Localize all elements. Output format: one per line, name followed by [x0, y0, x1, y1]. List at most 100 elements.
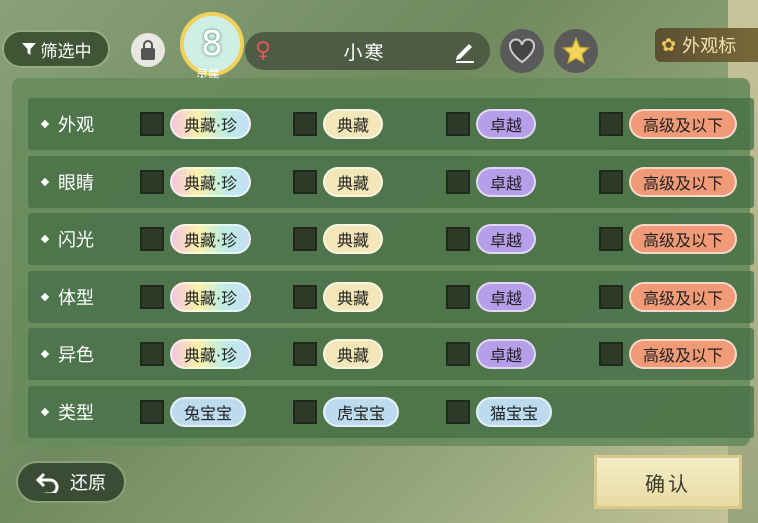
filter-row-label: 眼睛 [40, 156, 94, 208]
filter-option[interactable]: 高级及以下 [599, 339, 738, 369]
filter-option[interactable]: 卓越 [446, 109, 537, 139]
checkbox[interactable] [446, 227, 470, 251]
filter-option[interactable]: 典藏·珍 [140, 224, 252, 254]
favorite-button[interactable] [500, 29, 544, 73]
checkbox[interactable] [140, 342, 164, 366]
filter-option[interactable]: 典藏·珍 [140, 281, 252, 312]
filter-row: 外观 典藏·珍 典藏 卓越 高级及以下 [28, 98, 754, 150]
checkbox[interactable] [599, 112, 623, 136]
diamond-icon [40, 234, 50, 244]
checkbox[interactable] [599, 227, 623, 251]
filter-row: 异色 典藏·珍 典藏 卓越 高级及以下 [28, 328, 754, 380]
filter-option[interactable]: 典藏·珍 [140, 109, 252, 139]
row-label-text: 类型 [58, 402, 94, 424]
filter-option[interactable]: 卓越 [446, 281, 537, 312]
filter-option[interactable]: 虎宝宝 [293, 396, 400, 427]
star-button[interactable] [554, 29, 598, 73]
option-pill[interactable]: 典藏·珍 [170, 166, 252, 197]
name-bar: ♀ 小寒 [245, 32, 490, 70]
checkbox[interactable] [140, 169, 164, 194]
option-pill[interactable]: 卓越 [476, 109, 537, 139]
undo-icon [36, 472, 59, 493]
lock-button[interactable] [131, 33, 165, 67]
option-pill[interactable]: 典藏·珍 [170, 339, 252, 369]
checkbox[interactable] [599, 284, 623, 309]
option-pill[interactable]: 典藏 [323, 166, 384, 197]
option-pill[interactable]: 典藏·珍 [170, 224, 252, 254]
checkbox[interactable] [140, 112, 164, 136]
diamond-icon [40, 407, 50, 416]
checkbox[interactable] [599, 169, 623, 194]
heart-icon [509, 38, 535, 64]
option-pill[interactable]: 卓越 [476, 281, 537, 312]
option-pill[interactable]: 猫宝宝 [476, 396, 553, 427]
checkbox[interactable] [293, 169, 317, 194]
reset-label: 还原 [70, 473, 106, 494]
option-pill[interactable]: 高级及以下 [629, 339, 738, 369]
option-pill[interactable]: 典藏 [323, 224, 384, 254]
filter-option[interactable]: 典藏·珍 [140, 339, 252, 369]
option-pill[interactable]: 高级及以下 [629, 109, 738, 139]
filter-option[interactable]: 高级及以下 [599, 109, 738, 139]
checkbox[interactable] [140, 284, 164, 309]
filter-option[interactable]: 典藏 [293, 166, 384, 197]
filter-row-label: 闪光 [40, 213, 94, 265]
row-label-text: 闪光 [58, 230, 94, 251]
appearance-tab[interactable]: ✿ 外观标 [655, 28, 758, 62]
filter-option[interactable]: 猫宝宝 [446, 396, 553, 427]
checkbox[interactable] [446, 399, 470, 424]
checkbox[interactable] [140, 227, 164, 251]
checkbox[interactable] [293, 284, 317, 309]
filter-option[interactable]: 典藏 [293, 224, 384, 254]
checkbox[interactable] [293, 342, 317, 366]
option-pill[interactable]: 典藏 [323, 109, 384, 139]
filter-row: 体型 典藏·珍 典藏 卓越 高级及以下 [28, 270, 754, 323]
option-pill[interactable]: 典藏 [323, 281, 384, 312]
filter-option[interactable]: 高级及以下 [599, 281, 738, 312]
option-pill[interactable]: 高级及以下 [629, 166, 738, 197]
checkbox[interactable] [446, 169, 470, 194]
filter-option[interactable]: 卓越 [446, 166, 537, 197]
filter-option[interactable]: 卓越 [446, 224, 537, 254]
filter-button[interactable]: 筛选中 [2, 30, 110, 68]
option-pill[interactable]: 高级及以下 [629, 281, 738, 312]
checkbox[interactable] [293, 399, 317, 424]
option-pill[interactable]: 典藏·珍 [170, 109, 252, 139]
checkbox[interactable] [446, 284, 470, 309]
filter-row-label: 类型 [40, 386, 94, 438]
filter-option[interactable]: 兔宝宝 [140, 396, 247, 427]
checkbox[interactable] [599, 342, 623, 366]
filter-option[interactable]: 典藏 [293, 339, 384, 369]
filter-option[interactable]: 典藏·珍 [140, 166, 252, 197]
edit-icon[interactable] [450, 36, 480, 66]
option-pill[interactable]: 虎宝宝 [323, 396, 400, 427]
option-pill[interactable]: 典藏 [323, 339, 384, 369]
filter-option[interactable]: 卓越 [446, 339, 537, 369]
paw-icon: ✿ [661, 34, 677, 56]
option-pill[interactable]: 卓越 [476, 224, 537, 254]
filter-option[interactable]: 典藏 [293, 281, 384, 312]
female-icon: ♀ [255, 38, 272, 63]
option-pill[interactable]: 卓越 [476, 339, 537, 369]
filter-row: 眼睛 典藏·珍 典藏 卓越 高级及以下 [28, 155, 754, 208]
checkbox[interactable] [446, 112, 470, 136]
checkbox[interactable] [293, 112, 317, 136]
option-pill[interactable]: 高级及以下 [629, 224, 738, 254]
confirm-button[interactable]: 确认 [594, 455, 742, 509]
option-pill[interactable]: 兔宝宝 [170, 396, 247, 427]
filter-option[interactable]: 高级及以下 [599, 166, 738, 197]
checkbox[interactable] [140, 399, 164, 424]
checkbox[interactable] [446, 342, 470, 366]
option-pill[interactable]: 卓越 [476, 166, 537, 197]
filter-option[interactable]: 高级及以下 [599, 224, 738, 254]
pet-name: 小寒 [343, 41, 386, 64]
filter-option[interactable]: 典藏 [293, 109, 384, 139]
row-label-text: 体型 [58, 287, 94, 309]
filter-panel: 外观 典藏·珍 典藏 卓越 高级及以下 眼睛 典藏·珍 典藏 卓越 高级及以下 闪光 典藏·珍 典藏 卓越… [12, 78, 754, 446]
reset-button[interactable]: 还原 [16, 461, 126, 503]
diamond-icon [40, 119, 50, 129]
checkbox[interactable] [293, 227, 317, 251]
option-pill[interactable]: 典藏·珍 [170, 281, 252, 312]
filter-label: 筛选中 [40, 41, 92, 62]
appearance-tab-label: 外观标 [682, 36, 737, 57]
